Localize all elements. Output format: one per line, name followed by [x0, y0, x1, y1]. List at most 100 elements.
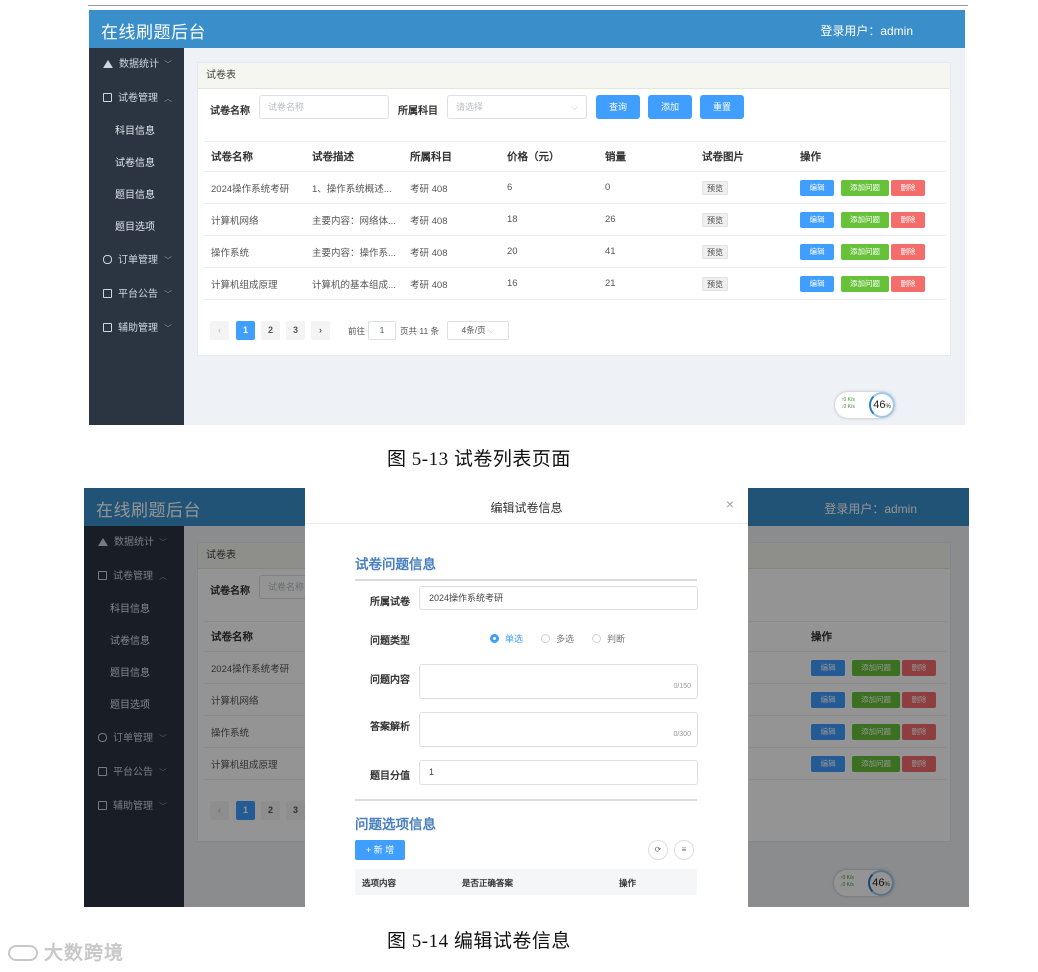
- home-icon: [103, 60, 113, 68]
- app-title: 在线刷题后台: [101, 23, 206, 42]
- close-icon[interactable]: ×: [726, 496, 734, 512]
- analysis-label: 答案解析: [370, 722, 410, 733]
- page-size-select[interactable]: 4条/页 ⌵: [447, 321, 509, 340]
- col-actions: 操作: [793, 141, 946, 172]
- chevron-down-icon: ﹀: [164, 290, 172, 299]
- edit-button[interactable]: 编辑: [800, 275, 834, 292]
- next-page-button[interactable]: ›: [311, 321, 330, 340]
- radio-multiple[interactable]: 多选: [541, 632, 574, 645]
- sidebar-sub-subject[interactable]: 科目信息: [89, 116, 184, 148]
- paper-name-label: 试卷名称: [210, 106, 250, 117]
- col-sales: 销量: [598, 141, 695, 172]
- add-question-button[interactable]: 添加问题: [841, 275, 889, 292]
- list-icon: [103, 323, 112, 332]
- prev-page-button[interactable]: ‹: [210, 321, 229, 340]
- content-counter: 0/150: [673, 683, 691, 690]
- delete-button[interactable]: 删除: [891, 211, 925, 228]
- new-option-button[interactable]: + 新 增: [355, 840, 405, 860]
- cell-subject: 考研 408: [403, 267, 500, 300]
- edit-button[interactable]: 编辑: [800, 243, 834, 260]
- radio-single[interactable]: 单选: [490, 632, 523, 645]
- col-subject: 所属科目: [403, 141, 500, 172]
- cell-image: 预览: [695, 171, 793, 204]
- total-text: 页共 11 条: [400, 326, 440, 336]
- score-label: 题目分值: [370, 771, 410, 782]
- preview-tag[interactable]: 预览: [702, 276, 728, 291]
- delete-button[interactable]: 删除: [891, 179, 925, 196]
- reset-button[interactable]: 重置: [700, 95, 744, 119]
- preview-tag[interactable]: 预览: [702, 244, 728, 259]
- analysis-textarea[interactable]: 0/300: [419, 712, 698, 747]
- cell-name: 操作系统: [204, 235, 305, 268]
- cell-sales: 0: [598, 171, 695, 204]
- sidebar-item-paper-management[interactable]: 试卷管理 ︿: [89, 82, 184, 116]
- page-3-button[interactable]: 3: [286, 321, 305, 340]
- goto-page-input[interactable]: 1: [368, 321, 396, 340]
- radio-judge[interactable]: 判断: [592, 632, 625, 645]
- analysis-counter: 0/300: [673, 731, 691, 738]
- paper-card: 试卷表 试卷名称 试卷名称 所属科目 请选择 ⌵ 查询 添加 重置 试卷名称 试卷…: [197, 62, 951, 356]
- add-question-button[interactable]: 添加问题: [841, 179, 889, 196]
- col-option-content: 选项内容: [362, 878, 397, 888]
- cell-sales: 21: [598, 267, 695, 300]
- refresh-icon[interactable]: ⟳: [648, 840, 668, 860]
- paper-list-screenshot: 在线刷题后台 登录用户：admin 数据统计 ﹀ 试卷管理 ︿ 科目信息 试卷信息 …: [89, 10, 965, 425]
- score-input[interactable]: 1: [419, 760, 698, 785]
- query-button[interactable]: 查询: [596, 95, 640, 119]
- page-2-button[interactable]: 2: [261, 321, 280, 340]
- cell-actions: 编辑 添加问题 删除: [793, 235, 946, 268]
- cell-desc: 计算机的基本组成...: [305, 267, 403, 300]
- cell-actions: 编辑 添加问题 删除: [793, 203, 946, 236]
- chevron-down-icon: ﹀: [164, 324, 172, 333]
- add-question-button[interactable]: 添加问题: [841, 211, 889, 228]
- sidebar-item-notice[interactable]: 平台公告 ﹀: [89, 278, 184, 312]
- paper-input[interactable]: 2024操作系统考研: [419, 586, 698, 610]
- cell-price: 20: [500, 235, 598, 268]
- cell-subject: 考研 408: [403, 203, 500, 236]
- content-label: 问题内容: [370, 675, 410, 686]
- radio-icon: [592, 634, 601, 643]
- phone-icon: [103, 255, 112, 264]
- edit-paper-dialog: 编辑试卷信息 × 试卷问题信息 所属试卷 2024操作系统考研 问题类型 单选 …: [305, 488, 748, 907]
- sidebar-item-orders[interactable]: 订单管理 ﹀: [89, 244, 184, 278]
- col-option-actions: 操作: [619, 878, 637, 888]
- content-textarea[interactable]: 0/150: [419, 664, 698, 699]
- sidebar-sub-paper[interactable]: 试卷信息: [89, 148, 184, 180]
- add-question-button[interactable]: 添加问题: [841, 243, 889, 260]
- watermark: 大数跨境: [8, 938, 124, 965]
- paper-name-input[interactable]: 试卷名称: [259, 95, 389, 119]
- section-option-info: 问题选项信息: [355, 817, 436, 832]
- col-desc: 试卷描述: [305, 141, 403, 172]
- cell-name: 计算机组成原理: [204, 267, 305, 300]
- goto-label: 前往: [348, 326, 366, 336]
- col-image: 试卷图片: [695, 141, 793, 172]
- edit-button[interactable]: 编辑: [800, 211, 834, 228]
- page-1-button[interactable]: 1: [236, 321, 255, 340]
- preview-tag[interactable]: 预览: [702, 212, 728, 227]
- document-page: 在线刷题后台 登录用户：admin 数据统计 ﹀ 试卷管理 ︿ 科目信息 试卷信息 …: [0, 0, 1038, 972]
- figure-caption-1: 图 5-13 试卷列表页面: [387, 449, 571, 470]
- paper-table: 试卷名称 试卷描述 所属科目 价格（元） 销量 试卷图片 操作 2024操作系统…: [204, 141, 946, 300]
- subject-select[interactable]: 请选择 ⌵: [447, 95, 587, 119]
- chevron-down-icon: ⌵: [488, 325, 495, 335]
- delete-button[interactable]: 删除: [891, 275, 925, 292]
- paper-label: 所属试卷: [370, 597, 410, 608]
- cell-name: 2024操作系统考研: [204, 171, 305, 204]
- document-icon: [103, 93, 112, 102]
- edit-button[interactable]: 编辑: [800, 179, 834, 196]
- sidebar-sub-option[interactable]: 题目选项: [89, 212, 184, 244]
- settings-icon[interactable]: ≡: [674, 840, 694, 860]
- cell-name: 计算机网络: [204, 203, 305, 236]
- delete-button[interactable]: 删除: [891, 243, 925, 260]
- sidebar-item-aux[interactable]: 辅助管理 ﹀: [89, 312, 184, 346]
- sidebar-item-stats[interactable]: 数据统计 ﹀: [89, 48, 184, 82]
- sidebar-sub-question[interactable]: 题目信息: [89, 180, 184, 212]
- cell-sales: 26: [598, 203, 695, 236]
- logo-icon: [8, 945, 38, 961]
- radio-icon: [490, 634, 499, 643]
- cell-price: 18: [500, 203, 598, 236]
- chevron-down-icon: ﹀: [164, 60, 172, 69]
- preview-tag[interactable]: 预览: [702, 180, 728, 195]
- add-button[interactable]: 添加: [648, 95, 692, 119]
- dialog-title: 编辑试卷信息: [490, 501, 563, 515]
